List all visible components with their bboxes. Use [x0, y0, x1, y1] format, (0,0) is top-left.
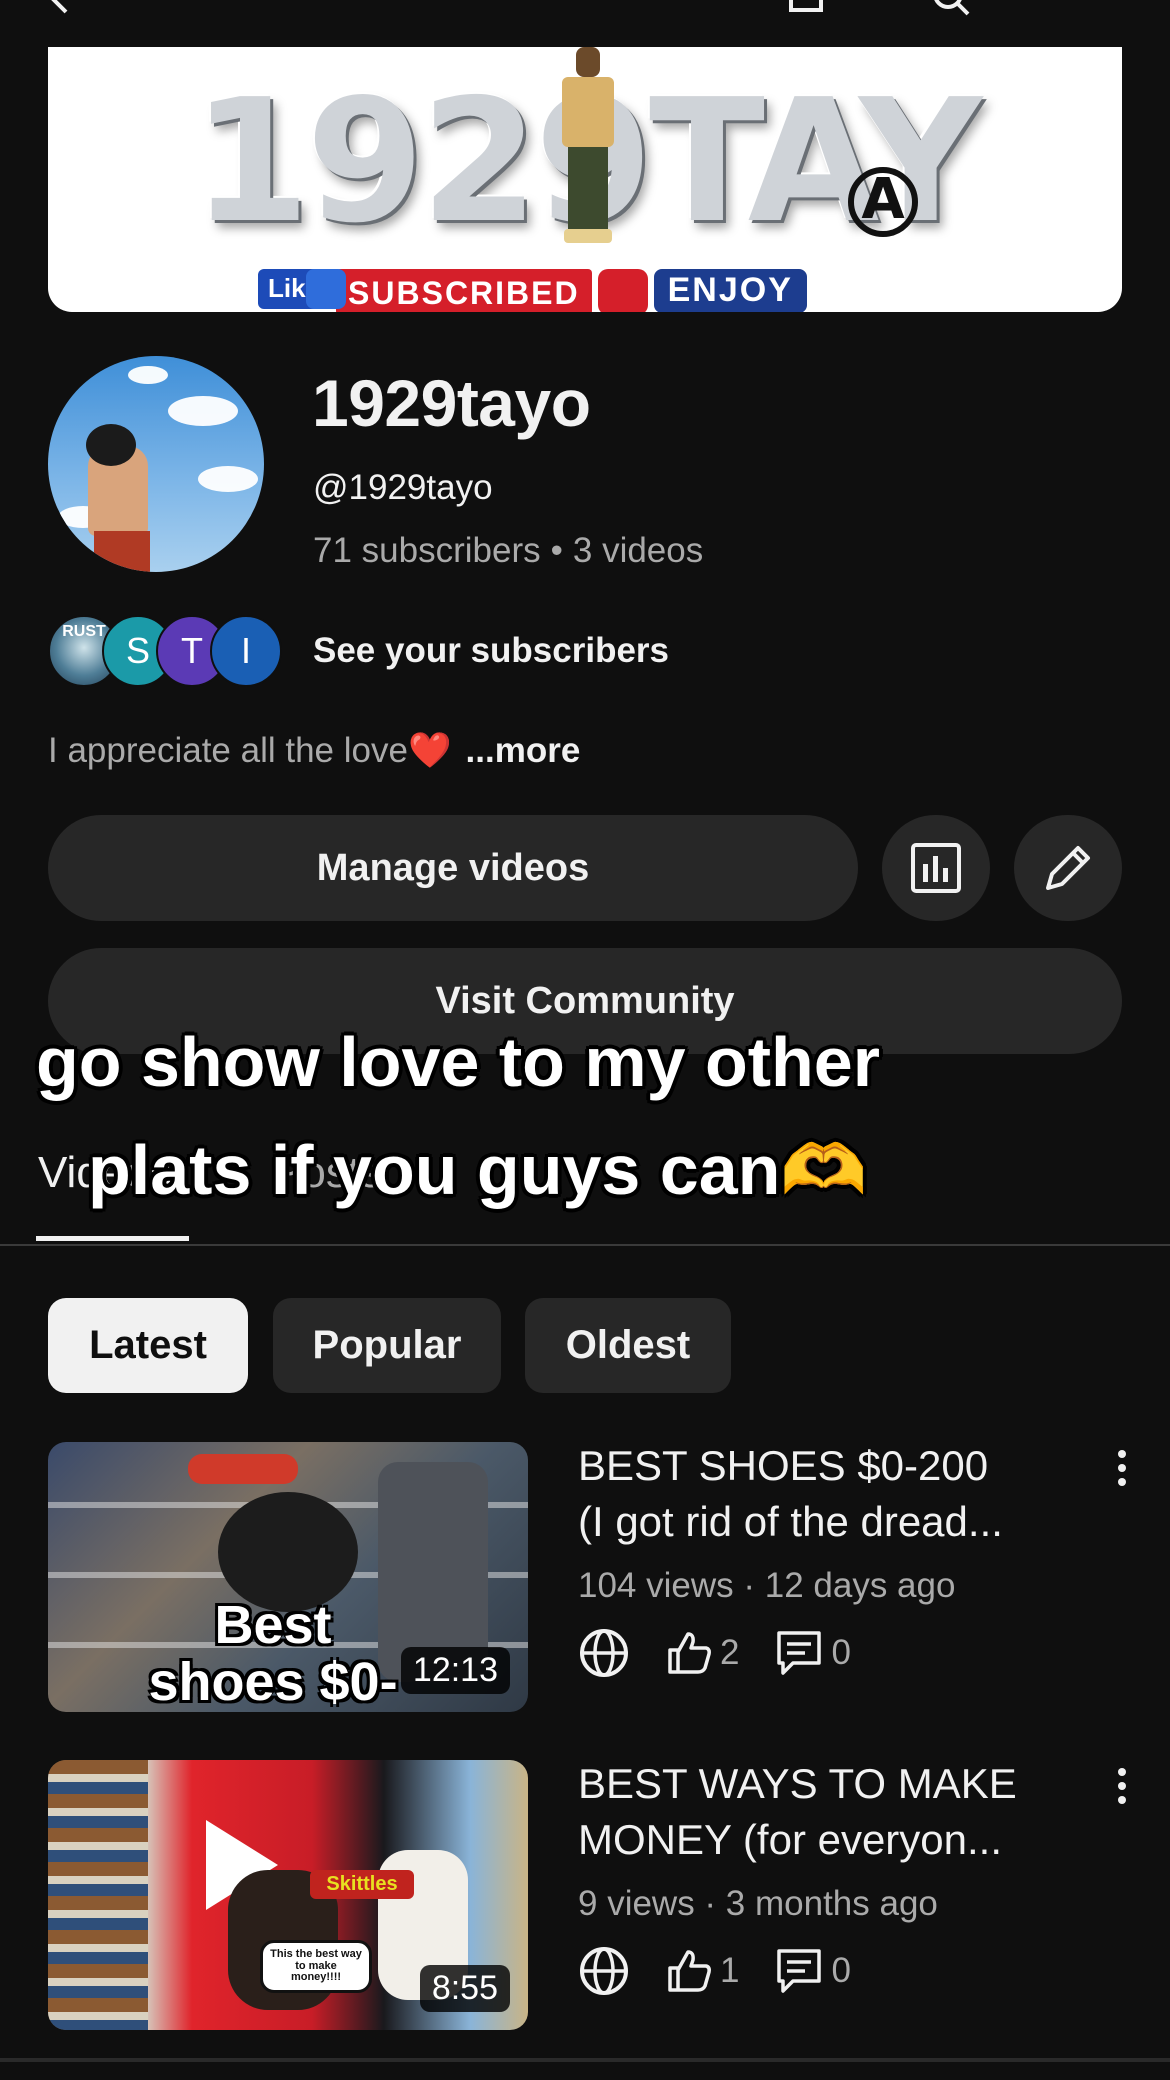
- caption-line-2: plats if you guys can🫶: [88, 1116, 868, 1224]
- video-stats: 2 0: [578, 1625, 875, 1681]
- channel-stats: 71 subscribers • 3 videos: [313, 531, 704, 570]
- like-count: 2: [720, 1633, 740, 1672]
- like-count: 1: [720, 1951, 740, 1990]
- comment-count: 0: [831, 1633, 851, 1672]
- channel-name: 1929tayo: [312, 366, 591, 440]
- active-tab-indicator: [36, 1236, 189, 1241]
- banner-figure: [558, 47, 618, 247]
- thumbnail-badge: Skittles: [310, 1870, 414, 1899]
- filter-chip-oldest[interactable]: Oldest: [525, 1298, 731, 1393]
- globe-icon: [580, 1947, 628, 1995]
- video-thumbnail[interactable]: Skittles This the best way to make money…: [48, 1760, 528, 2030]
- analytics-button[interactable]: [882, 815, 990, 921]
- like-icon: [668, 1950, 711, 1992]
- video-title-line-1: BEST SHOES $0-200: [578, 1442, 989, 1489]
- subscriber-avatar: I: [210, 615, 282, 687]
- manage-videos-button[interactable]: Manage videos: [48, 815, 858, 921]
- like-icon: [668, 1632, 711, 1674]
- heart-hands-emoji: 🫶: [780, 1131, 868, 1209]
- bottom-divider: [0, 2058, 1170, 2062]
- filter-chip-popular[interactable]: Popular: [273, 1298, 501, 1393]
- anarchy-symbol-icon: A: [848, 167, 918, 237]
- cast-icon[interactable]: [785, 0, 825, 18]
- video-title[interactable]: BEST SHOES $0-200 (I got rid of the drea…: [578, 1438, 1098, 1550]
- edit-channel-button[interactable]: [1014, 815, 1122, 921]
- filter-chip-latest[interactable]: Latest: [48, 1298, 248, 1393]
- channel-banner: 1929TAY A Like SUBSCRIBED ENJOY: [48, 47, 1122, 312]
- more-link[interactable]: ...more: [466, 731, 581, 770]
- subscriber-count: 71 subscribers: [313, 531, 541, 570]
- banner-enjoy-label: ENJOY: [653, 269, 807, 312]
- bell-icon: [597, 269, 648, 312]
- thumbs-up-icon: [306, 269, 346, 309]
- caption-line-2-text: plats if you guys can: [88, 1131, 781, 1209]
- search-icon[interactable]: [930, 0, 970, 18]
- comment-icon: [777, 1631, 822, 1675]
- thumbnail-text: Best shoes $0-200!!!: [148, 1595, 398, 1712]
- channel-page: 1929TAY A Like SUBSCRIBED ENJOY 1929tayo…: [0, 0, 1170, 2080]
- tab-divider: [0, 1244, 1170, 1246]
- heart-emoji: ❤️: [407, 731, 452, 770]
- subscriber-avatars[interactable]: RUST S T I: [48, 615, 288, 689]
- caption-line-1: go show love to my other: [36, 1023, 880, 1101]
- video-duration: 12:13: [400, 1647, 510, 1694]
- video-title-line-2: (I got rid of the dread...: [578, 1498, 1003, 1545]
- video-meta: 9 views · 3 months ago: [578, 1884, 938, 1923]
- video-meta: 104 views · 12 days ago: [578, 1566, 956, 1605]
- channel-handle: @1929tayo: [313, 468, 493, 507]
- comment-icon: [777, 1949, 822, 1993]
- video-stats: 1 0: [578, 1943, 875, 1999]
- video-title-line-1: BEST WAYS TO MAKE: [578, 1760, 1017, 1807]
- pencil-icon: [1046, 846, 1090, 890]
- channel-avatar[interactable]: [48, 356, 264, 572]
- video-thumbnail[interactable]: Best shoes $0-200!!! 12:13: [48, 1442, 528, 1712]
- video-menu-button[interactable]: [1108, 1438, 1136, 1498]
- comment-count: 0: [831, 1951, 851, 1990]
- video-title[interactable]: BEST WAYS TO MAKE MONEY (for everyon...: [578, 1756, 1098, 1868]
- video-count: 3 videos: [572, 531, 704, 570]
- banner-subscribed-label: SUBSCRIBED: [336, 269, 592, 312]
- video-menu-button[interactable]: [1108, 1756, 1136, 1816]
- thumbnail-text: This the best way to make money!!!!: [260, 1940, 372, 1993]
- globe-icon: [580, 1629, 628, 1677]
- more-options-icon[interactable]: [1070, 0, 1110, 18]
- analytics-icon: [911, 843, 961, 893]
- video-duration: 8:55: [419, 1965, 510, 2012]
- top-app-bar: [0, 0, 1170, 40]
- back-arrow-icon[interactable]: [40, 0, 80, 18]
- see-subscribers-link[interactable]: See your subscribers: [313, 631, 669, 671]
- banner-strip: Like SUBSCRIBED ENJOY: [258, 269, 807, 312]
- channel-description[interactable]: I appreciate all the love❤️ ...more: [48, 730, 580, 771]
- description-text: I appreciate all the love: [48, 731, 408, 770]
- video-title-line-2: MONEY (for everyon...: [578, 1816, 1003, 1863]
